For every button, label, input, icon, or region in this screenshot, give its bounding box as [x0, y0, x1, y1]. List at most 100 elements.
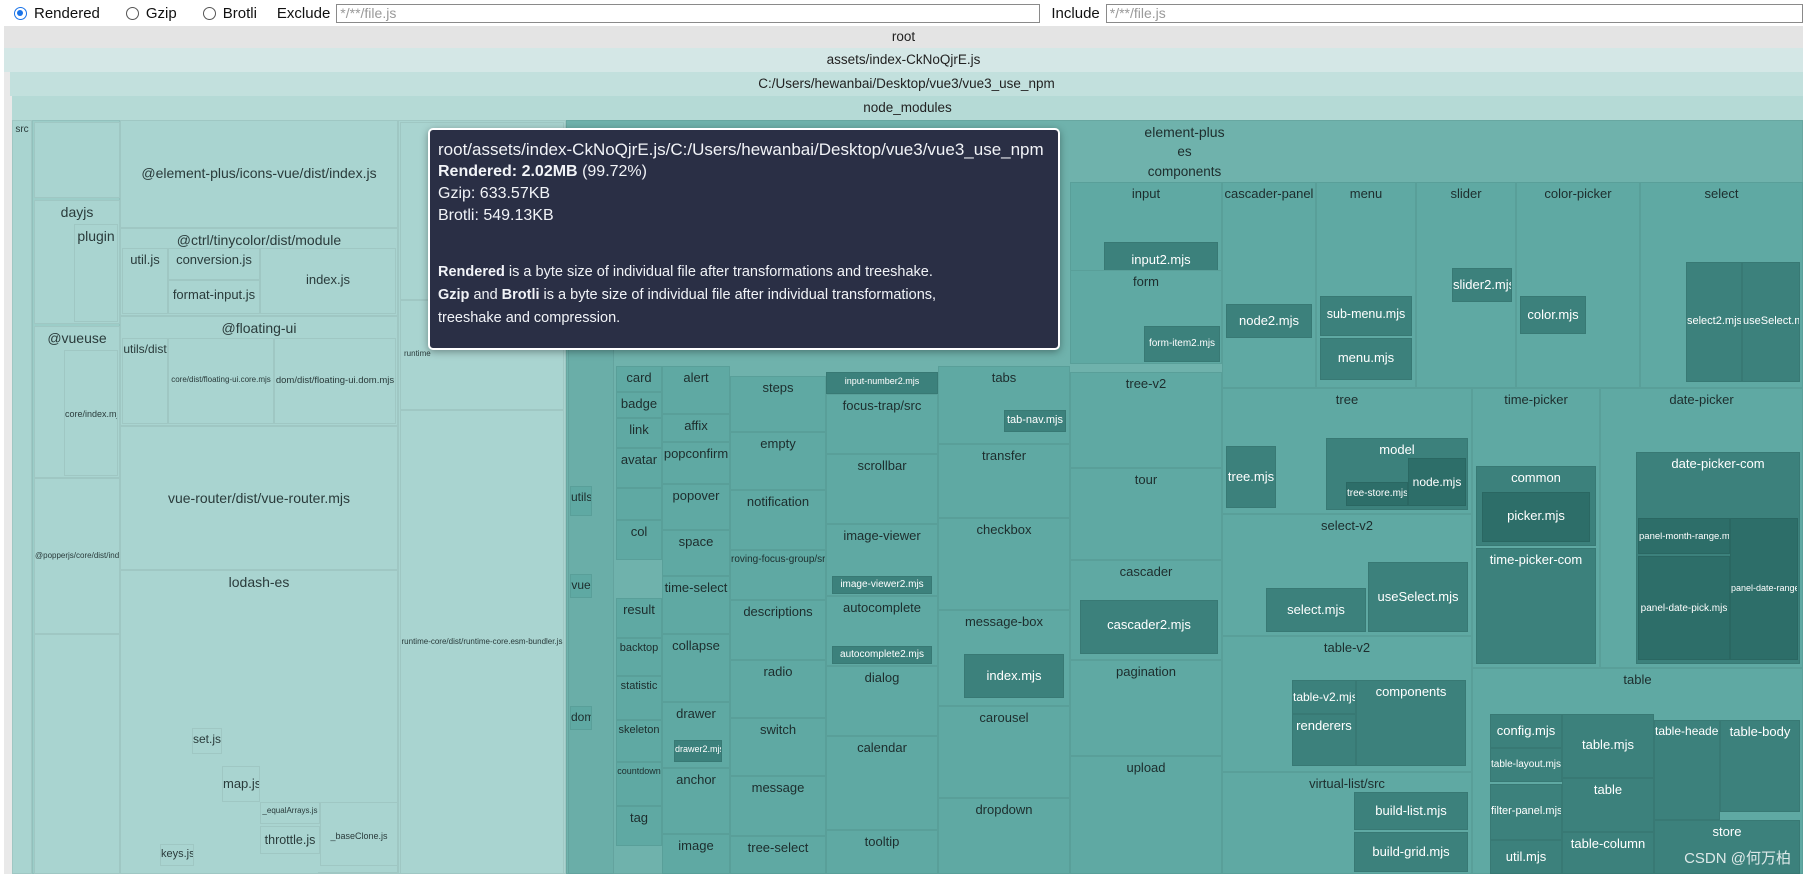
calendar-component[interactable]: calendar: [826, 736, 938, 830]
backtop-component[interactable]: backtop: [616, 638, 662, 676]
use-select-file[interactable]: useSelect.mjs: [1742, 262, 1800, 382]
filter-panel-file[interactable]: filter-panel.mjs: [1490, 784, 1562, 840]
pagination-component[interactable]: pagination: [1070, 660, 1222, 756]
image-component[interactable]: image: [662, 834, 730, 874]
time-select-component[interactable]: time-select: [662, 576, 730, 634]
slider2-file[interactable]: slider2.mjs: [1452, 268, 1512, 302]
autocomplete2-file[interactable]: autocomplete2.mjs: [832, 646, 932, 664]
runtime-core-file[interactable]: runtime-core/dist/runtime-core.esm-bundl…: [400, 410, 564, 874]
map-file[interactable]: map.js: [222, 766, 260, 802]
cascader-panel-component[interactable]: cascader-panel: [1222, 182, 1316, 388]
focus-trap-component[interactable]: focus-trap/src: [826, 394, 938, 454]
renderers-folder[interactable]: renderers: [1292, 714, 1356, 766]
dialog-component[interactable]: dialog: [826, 666, 938, 736]
panel-month-range-file[interactable]: panel-month-range.mjs: [1638, 518, 1730, 554]
descriptions-component[interactable]: descriptions: [730, 600, 826, 660]
tabs-component[interactable]: tabs: [938, 366, 1070, 444]
table-v2-file[interactable]: table-v2.mjs: [1292, 680, 1356, 714]
equal-arrays-file[interactable]: _equalArrays.js: [260, 802, 320, 824]
include-input[interactable]: [1105, 3, 1803, 23]
tree-store-file[interactable]: tree-store.mjs: [1346, 482, 1408, 506]
picker-file[interactable]: picker.mjs: [1482, 492, 1590, 542]
src-column[interactable]: src: [12, 120, 32, 874]
dom-label[interactable]: dom: [570, 706, 592, 730]
roving-focus-component[interactable]: roving-focus-group/src: [730, 550, 826, 600]
misc-files-block-2[interactable]: [34, 634, 120, 874]
notification-component[interactable]: notification: [730, 490, 826, 550]
popconfirm-component[interactable]: popconfirm: [662, 442, 730, 484]
radio-component[interactable]: radio: [730, 660, 826, 718]
message-box-index-file[interactable]: index.mjs: [964, 654, 1064, 698]
vueuse-core-file[interactable]: core/index.mjs: [64, 350, 118, 476]
vue-router-file[interactable]: vue-router/dist/vue-router.mjs: [120, 426, 398, 570]
badge-component[interactable]: badge: [616, 392, 662, 418]
util-file[interactable]: util.js: [122, 248, 168, 314]
floating-core-file[interactable]: core/dist/floating-ui.core.mjs: [168, 338, 274, 424]
skeleton-component[interactable]: skeleton: [616, 720, 662, 762]
color-picker-component[interactable]: color-picker: [1516, 182, 1640, 388]
collapse-component[interactable]: collapse: [662, 634, 730, 702]
vue-label[interactable]: vue: [570, 574, 592, 598]
scrollbar-component[interactable]: scrollbar: [826, 454, 938, 524]
time-picker-com-folder[interactable]: time-picker-com: [1476, 548, 1596, 664]
floating-dom-file[interactable]: dom/dist/floating-ui.dom.mjs: [274, 338, 396, 424]
util-file[interactable]: util.mjs: [1490, 840, 1562, 874]
table-file[interactable]: table.mjs: [1562, 714, 1654, 778]
empty-component[interactable]: empty: [730, 432, 826, 490]
root-node[interactable]: root: [4, 26, 1803, 48]
avatar-component[interactable]: avatar: [616, 448, 662, 488]
plugin-block[interactable]: plugin: [74, 224, 118, 322]
checkbox-component[interactable]: checkbox: [938, 518, 1070, 610]
table-layout-file[interactable]: table-layout.mjs: [1490, 748, 1562, 782]
upload-component[interactable]: upload: [1070, 756, 1222, 874]
assets-node[interactable]: assets/index-CkNoQjrE.js: [4, 48, 1803, 72]
selection-component[interactable]: [616, 488, 662, 520]
result-component[interactable]: result: [616, 598, 662, 638]
node2-file[interactable]: node2.mjs: [1226, 304, 1312, 338]
transfer-component[interactable]: transfer: [938, 444, 1070, 518]
table-v2-components-folder[interactable]: components: [1356, 680, 1466, 766]
misc-files-block[interactable]: [34, 122, 120, 198]
drawer2-file[interactable]: drawer2.mjs: [674, 740, 722, 762]
cascader2-file[interactable]: cascader2.mjs: [1080, 600, 1218, 654]
build-list-file[interactable]: build-list.mjs: [1354, 792, 1468, 830]
card-component[interactable]: card: [616, 366, 662, 392]
table-body-folder[interactable]: table-body: [1720, 720, 1800, 812]
use-select-v2-file[interactable]: useSelect.mjs: [1368, 562, 1468, 632]
menu-file[interactable]: menu.mjs: [1320, 338, 1412, 380]
popover-component[interactable]: popover: [662, 484, 730, 530]
brotli-radio[interactable]: Brotli: [202, 5, 257, 22]
steps-component[interactable]: steps: [730, 376, 826, 432]
node-modules-node[interactable]: node_modules: [12, 96, 1803, 120]
alert-component[interactable]: alert: [662, 366, 730, 414]
config-file[interactable]: config.mjs: [1490, 714, 1562, 748]
affix-component[interactable]: affix: [662, 414, 730, 442]
panel-date-range-file[interactable]: panel-date-range.mjs: [1730, 518, 1798, 660]
tinycolor-index-file[interactable]: index.js: [260, 248, 396, 314]
conversion-file[interactable]: conversion.js: [168, 248, 260, 280]
form-item2-file[interactable]: form-item2.mjs: [1144, 326, 1220, 362]
keys-file[interactable]: keys.js: [160, 844, 194, 866]
table-sub-folder[interactable]: table: [1562, 778, 1654, 832]
tree-file[interactable]: tree.mjs: [1226, 446, 1276, 508]
color-file[interactable]: color.mjs: [1520, 296, 1586, 334]
build-grid-file[interactable]: build-grid.mjs: [1354, 832, 1468, 872]
image-viewer2-file[interactable]: image-viewer2.mjs: [832, 576, 932, 594]
dropdown-component[interactable]: dropdown: [938, 798, 1070, 874]
throttle-file[interactable]: throttle.js: [260, 826, 320, 854]
statistic-component[interactable]: statistic: [616, 676, 662, 720]
countdown-component[interactable]: countdown: [616, 762, 662, 806]
node-file[interactable]: node.mjs: [1408, 458, 1466, 506]
table-column-folder[interactable]: table-column: [1562, 832, 1654, 874]
tag-component[interactable]: tag: [616, 806, 662, 846]
select2-file[interactable]: select2.mjs: [1686, 262, 1742, 382]
panel-date-pick-file[interactable]: panel-date-pick.mjs: [1638, 556, 1730, 660]
tree-select-component[interactable]: tree-select: [730, 836, 826, 874]
format-input-file[interactable]: format-input.js: [168, 280, 260, 314]
tour-component[interactable]: tour: [1070, 468, 1222, 560]
space-component[interactable]: space: [662, 530, 730, 576]
gzip-radio[interactable]: Gzip: [125, 5, 177, 22]
col-component[interactable]: col: [616, 520, 662, 560]
table-header-folder[interactable]: table-header: [1654, 720, 1720, 820]
floating-utils-block[interactable]: utils/dist: [122, 338, 168, 424]
